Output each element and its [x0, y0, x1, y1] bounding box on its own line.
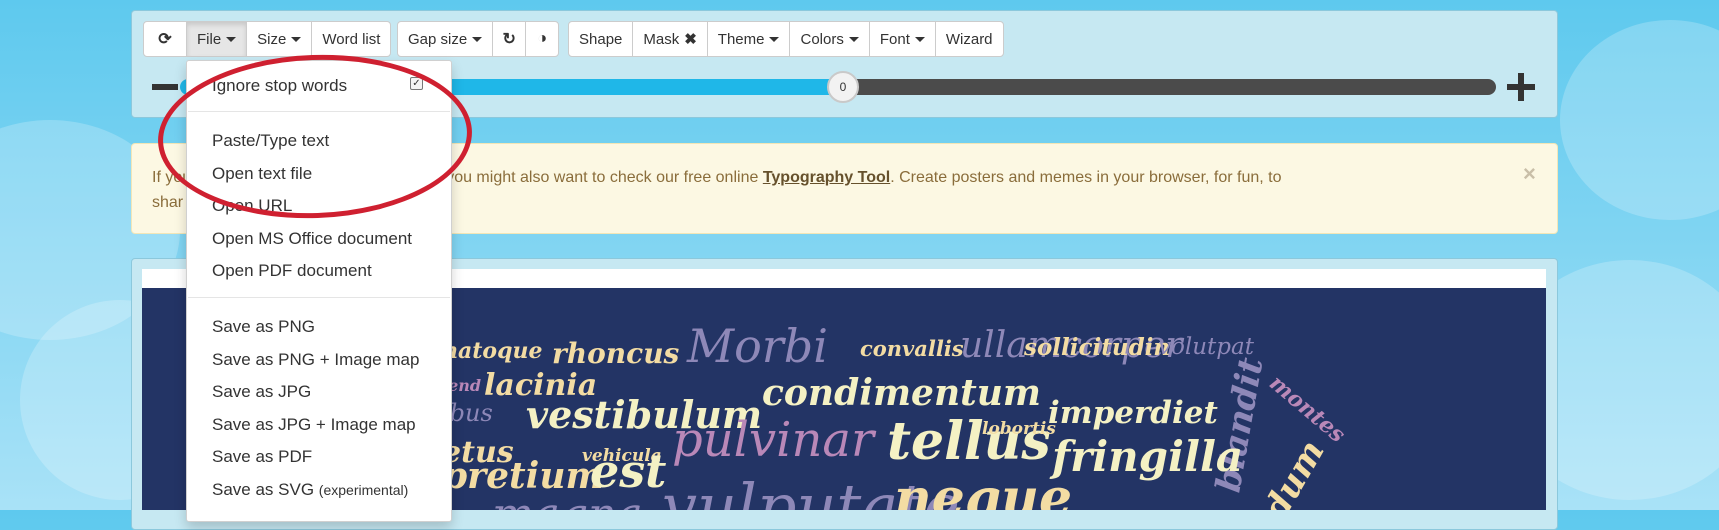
shape-label: Shape	[579, 30, 623, 48]
refresh-button[interactable]: ⟳	[143, 21, 187, 57]
menu-item-save-png-image-map[interactable]: Save as PNG + Image map	[212, 350, 419, 370]
cloud-word: condimentum	[762, 372, 1042, 414]
colors-label: Colors	[800, 30, 844, 48]
menu-item-label: Save as JPG + Image map	[212, 415, 416, 434]
caret-down-icon	[291, 36, 302, 42]
word-list-label: Word list	[322, 30, 381, 48]
cloud-word: imperdiet	[1048, 395, 1218, 431]
menu-item-label: Save as PNG	[212, 317, 315, 336]
mask-button[interactable]: Mask ✖	[632, 21, 708, 57]
menu-item-open-ms-office[interactable]: Open MS Office document	[212, 229, 412, 249]
colors-menu-button[interactable]: Colors	[789, 21, 870, 57]
close-icon[interactable]: ✖	[684, 30, 697, 48]
font-label: Font	[879, 30, 910, 48]
toolbar-group-layout: Gap size ↻ ◑	[397, 21, 560, 57]
slider-increase-icon[interactable]	[1518, 73, 1524, 101]
redo-icon: ↻	[502, 31, 516, 48]
caret-down-icon	[769, 36, 780, 42]
caret-down-icon	[914, 36, 925, 42]
theme-menu-button[interactable]: Theme	[706, 21, 791, 57]
font-menu-button[interactable]: Font	[868, 21, 936, 57]
caret-down-icon	[472, 36, 483, 42]
slider-value: 0	[839, 80, 847, 94]
typography-tool-link[interactable]: Typography Tool	[763, 169, 890, 186]
redo-button[interactable]: ↻	[492, 21, 527, 57]
slider-track-empty[interactable]	[844, 79, 1496, 95]
alert-close-icon[interactable]: ×	[1523, 161, 1536, 187]
cloud-word: montes	[1264, 369, 1351, 449]
cloud-word: etus	[442, 435, 514, 470]
cloud-word: Morbi	[687, 319, 828, 373]
cloud-word: dum	[1255, 433, 1333, 510]
menu-item-save-svg[interactable]: Save as SVG (experimental)	[212, 480, 408, 500]
menu-item-save-jpg[interactable]: Save as JPG	[212, 382, 311, 402]
alert-text-line2: shar	[152, 194, 184, 211]
gap-size-menu-button[interactable]: Gap size	[397, 21, 494, 57]
menu-item-label: Save as SVG	[212, 480, 315, 499]
cloud-word: convallis	[860, 336, 964, 361]
cloud-word: neque	[894, 468, 1073, 511]
toolbar-group-style: Shape Mask ✖ Theme Colors Font Wizard	[568, 21, 1004, 57]
slider-decrease-icon[interactable]	[152, 84, 178, 90]
cloud-word: est	[590, 444, 667, 498]
wizard-button[interactable]: Wizard	[934, 21, 1004, 57]
caret-down-icon	[848, 36, 859, 42]
mask-label: Mask	[643, 30, 680, 48]
contrast-icon: ◑	[537, 30, 548, 47]
menu-item-open-pdf[interactable]: Open PDF document	[212, 261, 372, 281]
menu-item-label: Save as JPG	[212, 382, 312, 401]
toolbar-group-main: ⟳ File Size Word list	[143, 21, 392, 57]
alert-text-suffix: . Create posters and memes in your brows…	[890, 169, 1282, 186]
word-list-button[interactable]: Word list	[311, 21, 392, 57]
menu-item-note: (experimental)	[318, 482, 409, 498]
cloud-word: pulvinar	[672, 412, 874, 468]
cloud-word: rhoncus	[552, 337, 680, 370]
size-menu-label: Size	[257, 30, 287, 48]
contrast-button[interactable]: ◑	[525, 21, 560, 57]
background-cloud	[1560, 20, 1719, 220]
cloud-word: natoque	[442, 338, 543, 364]
slider-handle[interactable]: 0	[827, 71, 859, 103]
menu-item-save-jpg-image-map[interactable]: Save as JPG + Image map	[212, 415, 416, 435]
menu-item-label: Open MS Office document	[212, 229, 413, 248]
menu-item-save-png[interactable]: Save as PNG	[212, 317, 315, 337]
wizard-label: Wizard	[945, 30, 993, 48]
caret-down-icon	[226, 36, 237, 42]
menu-item-label: Open PDF document	[212, 261, 372, 280]
menu-item-save-pdf[interactable]: Save as PDF	[212, 447, 312, 467]
menu-item-label: Save as PNG + Image map	[212, 350, 420, 369]
refresh-icon: ⟳	[158, 31, 172, 48]
cloud-word: lobortis	[982, 419, 1056, 439]
cloud-word: magna	[492, 493, 643, 511]
menu-divider	[188, 297, 450, 298]
size-menu-button[interactable]: Size	[246, 21, 313, 57]
file-menu-label: File	[197, 30, 222, 48]
shape-button[interactable]: Shape	[568, 21, 634, 57]
cloud-word: sollicitudin	[1024, 334, 1171, 361]
menu-item-label: Save as PDF	[212, 447, 313, 466]
cloud-word: fringilla	[1052, 432, 1244, 481]
gap-size-label: Gap size	[408, 30, 468, 48]
theme-label: Theme	[717, 30, 765, 48]
file-menu-button[interactable]: File	[186, 21, 248, 57]
